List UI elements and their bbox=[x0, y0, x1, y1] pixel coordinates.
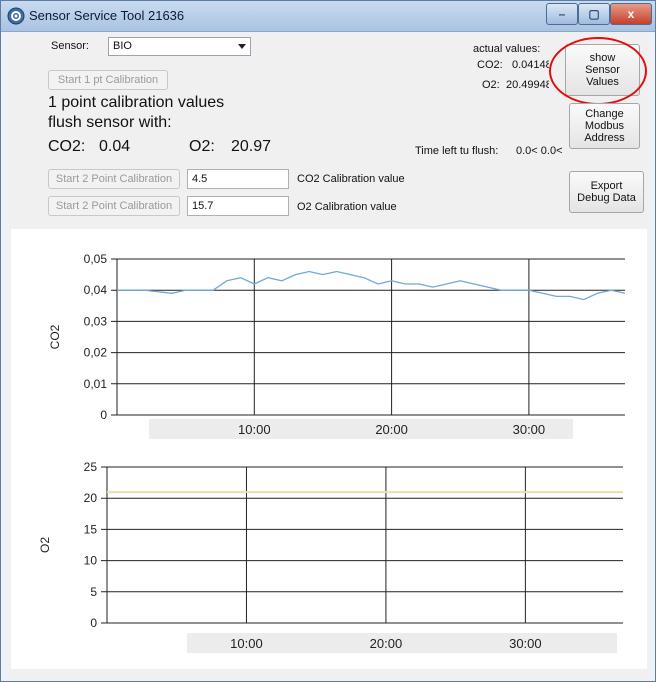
app-gear-icon bbox=[7, 7, 25, 25]
minimize-button[interactable]: – bbox=[546, 3, 578, 25]
cal-co2-value: 0.04 bbox=[99, 138, 131, 155]
maximize-button[interactable]: ▢ bbox=[578, 3, 610, 25]
series-line-0-0 bbox=[117, 270, 626, 301]
cal-o2-value: 20.97 bbox=[231, 138, 272, 155]
sensor-dropdown[interactable]: BIO bbox=[108, 37, 251, 56]
chevron-down-icon bbox=[238, 44, 246, 49]
y-tick-label-1-1: 5 bbox=[90, 585, 97, 599]
y-tick-label-1-5: 25 bbox=[84, 460, 98, 474]
cal-o2-label: O2: bbox=[189, 138, 215, 155]
o2-calibration-input-value: 15.7 bbox=[192, 200, 214, 212]
charts-svg: 0 0,01 0,02 0,03 0,04 0,05 10:00 20:00 30:00 CO2 0… bbox=[38, 252, 626, 653]
x-tick-label-1-0: 10:00 bbox=[230, 636, 263, 651]
x-tick-label-0-0: 10:00 bbox=[238, 422, 271, 437]
sensor-label: Sensor: bbox=[51, 40, 89, 52]
y-tick-label-0-4: 0,04 bbox=[84, 283, 108, 297]
co2-calibration-input[interactable]: 4.5 bbox=[187, 169, 289, 189]
close-button[interactable]: x bbox=[610, 3, 652, 25]
start-2pt-co2-label: Start 2 Point Calibration bbox=[55, 173, 173, 185]
export-debug-label-2: Debug Data bbox=[577, 192, 636, 204]
y-tick-label-1-0: 0 bbox=[90, 616, 97, 630]
x-tick-label-0-2: 30:00 bbox=[513, 422, 546, 437]
y-tick-label-0-1: 0,01 bbox=[84, 377, 108, 391]
time-left-value: 0.0< 0.0< bbox=[516, 145, 563, 157]
y-tick-label-0-3: 0,03 bbox=[84, 314, 108, 328]
change-modbus-label-2: Modbus bbox=[584, 120, 625, 132]
change-modbus-label-1: Change bbox=[585, 108, 624, 120]
export-debug-label-1: Export bbox=[590, 180, 623, 192]
y-tick-label-1-4: 20 bbox=[84, 491, 98, 505]
chart-panel: 0 0,01 0,02 0,03 0,04 0,05 10:00 20:00 30:00 CO2 0… bbox=[11, 229, 647, 669]
x-tick-label-1-1: 20:00 bbox=[370, 636, 403, 651]
x-axis-band-0 bbox=[149, 419, 573, 439]
x-tick-label-0-1: 20:00 bbox=[375, 422, 408, 437]
change-modbus-address-button[interactable]: Change Modbus Address bbox=[569, 103, 640, 149]
y-axis-label-1: O2 bbox=[38, 537, 52, 553]
app-window: Sensor Service Tool 21636 – ▢ x Sensor: … bbox=[0, 0, 656, 682]
y-tick-label-0-0: 0 bbox=[100, 408, 107, 422]
cal-co2-label: CO2: bbox=[48, 138, 86, 155]
co2-calibration-label: CO2 Calibration value bbox=[297, 173, 405, 185]
actual-co2-value: 0.04148 bbox=[512, 59, 549, 71]
change-modbus-label-3: Address bbox=[584, 132, 625, 144]
export-debug-data-button[interactable]: Export Debug Data bbox=[569, 171, 644, 213]
y-tick-label-1-3: 15 bbox=[84, 522, 98, 536]
o2-calibration-input[interactable]: 15.7 bbox=[187, 196, 289, 216]
calibration-heading: 1 point calibration values bbox=[48, 94, 225, 111]
time-left-label: Time left tu flush: bbox=[415, 145, 499, 157]
start-1pt-calibration-label: Start 1 pt Calibration bbox=[57, 74, 159, 86]
co2-calibration-input-value: 4.5 bbox=[192, 173, 208, 185]
maximize-icon: ▢ bbox=[588, 7, 600, 21]
annotation-circle bbox=[549, 37, 647, 105]
y-tick-label-0-2: 0,02 bbox=[84, 346, 108, 360]
start-2pt-calibration-o2-button[interactable]: Start 2 Point Calibration bbox=[48, 196, 180, 216]
flush-heading: flush sensor with: bbox=[48, 114, 172, 131]
sensor-dropdown-value: BIO bbox=[113, 40, 132, 52]
actual-o2-value: 20.49948 bbox=[506, 79, 549, 91]
start-1pt-calibration-button[interactable]: Start 1 pt Calibration bbox=[48, 70, 168, 90]
title-bar[interactable]: Sensor Service Tool 21636 – ▢ x bbox=[1, 1, 655, 32]
actual-values-header: actual values: bbox=[473, 43, 541, 55]
actual-o2-label: O2: bbox=[482, 79, 500, 91]
window-title: Sensor Service Tool 21636 bbox=[29, 8, 185, 23]
y-tick-label-0-5: 0,05 bbox=[84, 252, 108, 266]
close-icon: x bbox=[627, 7, 635, 21]
actual-co2-label: CO2: bbox=[477, 59, 503, 71]
start-2pt-calibration-co2-button[interactable]: Start 2 Point Calibration bbox=[48, 169, 180, 189]
minimize-icon: – bbox=[558, 7, 566, 21]
y-axis-label-0: CO2 bbox=[48, 324, 62, 349]
x-tick-label-1-2: 30:00 bbox=[509, 636, 542, 651]
y-tick-label-1-2: 10 bbox=[84, 554, 98, 568]
start-2pt-o2-label: Start 2 Point Calibration bbox=[55, 200, 173, 212]
o2-calibration-label: O2 Calibration value bbox=[297, 201, 397, 213]
